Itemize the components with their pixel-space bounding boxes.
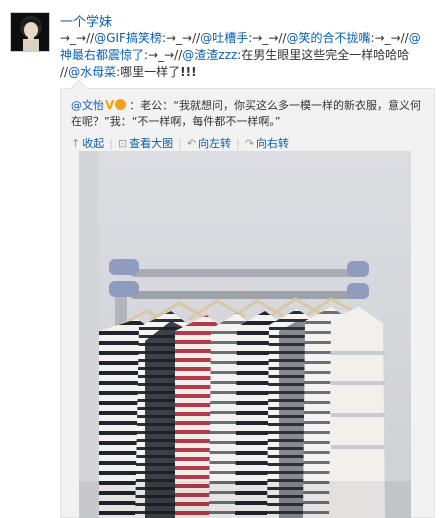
username-link[interactable]: 一个学妹 [60,11,112,30]
smiley-badge-icon [115,99,127,110]
repost-box: @文怡V ：老公：“我就想问，你买这么多一模一样的新衣服，意义何在呢？”我：“不一… [60,79,435,518]
mention-link-6[interactable]: @水母菜 [68,65,116,79]
avatar-image [11,13,49,51]
post-prefix-3: :→_→// [248,31,287,45]
post-photo[interactable] [79,151,411,518]
post-prefix-5: :→_→// [144,48,183,62]
post-prefix-1: →_→// [60,31,95,45]
original-author-link[interactable]: @文怡 [71,99,104,112]
repost-arrow [70,79,88,97]
rotate-right-icon: ↷ [244,137,255,150]
post-prefix-4: :→_→// [370,31,409,45]
post-prefix-2: :→_→// [161,31,201,45]
rotate-right-button[interactable]: 向右转 [256,137,289,150]
mention-link-5[interactable]: @渣渣zzz [182,48,237,62]
original-post-text: @文怡V ：老公：“我就想问，你买这么多一模一样的新衣服，意义何在呢？”我：“不一… [71,97,421,130]
view-large-button[interactable]: 查看大图 [129,137,173,150]
image-action-bar: ↑ 收起 | ⊡ 查看大图 | ↶ 向左转 | ↷ 向右转 [71,135,289,151]
collapse-icon: ↑ [71,137,81,150]
post-text-6: :哪里一样了 [116,65,181,79]
rotate-left-button[interactable]: 向左转 [198,137,231,150]
post-text: →_→//@GIF搞笑榜:→_→//@吐槽手:→_→//@笑的合不拢嘴:→_→/… [60,30,432,81]
mention-link-1[interactable]: @GIF搞笑榜 [94,31,162,45]
divider: | [178,137,182,150]
user-avatar[interactable] [10,12,50,52]
divider: | [109,137,113,150]
collapse-button[interactable]: 收起 [82,137,104,150]
clothes-rack-photo [79,151,411,518]
rotate-left-icon: ↶ [186,137,197,150]
verified-v-icon: V [105,98,115,112]
magnify-icon: ⊡ [117,137,128,150]
mention-link-3[interactable]: @笑的合不拢嘴 [286,31,370,45]
divider: | [236,137,240,150]
mention-link-2[interactable]: @吐槽手 [200,31,248,45]
post-exclaim: !!! [180,65,197,79]
